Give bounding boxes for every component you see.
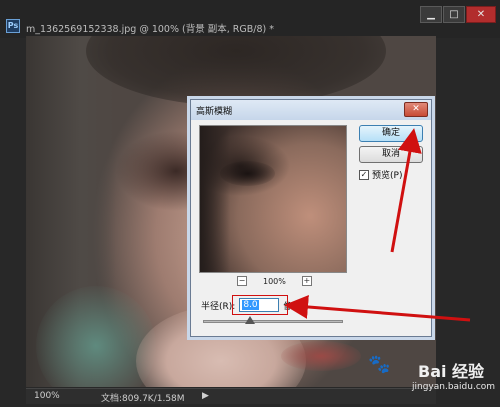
- dialog-title: 高斯模糊: [196, 107, 233, 117]
- ok-button[interactable]: 确定: [359, 125, 423, 142]
- zoom-out-button[interactable]: −: [237, 276, 247, 286]
- watermark-text: Bai 经验: [418, 362, 485, 381]
- minimize-icon[interactable]: ▁: [420, 6, 442, 23]
- dialog-close-icon[interactable]: ✕: [404, 102, 428, 117]
- radius-label: 半径(R):: [201, 301, 236, 312]
- preview-zoom-level: 100%: [263, 276, 286, 286]
- preview-checkbox-label: 预览(P): [372, 171, 403, 181]
- preview-region: [220, 161, 275, 186]
- preview-zoom-controls: − 100% +: [237, 276, 312, 286]
- document-size: 文档:809.7K/1.58M: [101, 394, 185, 404]
- watermark-site: jingyan.baidu.com: [412, 382, 496, 392]
- gaussian-blur-dialog: 高斯模糊 ✕ − 100% + 确定 取消 ✓ 预览(P) 半径(R): 8.0…: [190, 99, 432, 337]
- cancel-button[interactable]: 取消: [359, 146, 423, 163]
- photoshop-icon: Ps: [6, 19, 20, 33]
- preview-checkbox[interactable]: ✓ 预览(P): [359, 168, 402, 181]
- status-menu-arrow-icon[interactable]: ▶: [202, 391, 209, 401]
- zoom-in-button[interactable]: +: [301, 276, 312, 286]
- document-title: m_1362569152338.jpg @ 100% (背景 副本, RGB/8…: [26, 24, 274, 35]
- window-controls: ▁ □ ✕: [420, 6, 496, 23]
- photo-region: [281, 341, 361, 371]
- slider-thumb[interactable]: [245, 316, 256, 324]
- zoom-level[interactable]: 100%: [34, 391, 60, 401]
- status-bar: 100% 文档:809.7K/1.58M ▶: [26, 388, 436, 404]
- photo-region: [86, 36, 386, 106]
- photoshop-window: Ps m_1362569152338.jpg @ 100% (背景 副本, RG…: [0, 0, 500, 407]
- document-titlebar[interactable]: Ps m_1362569152338.jpg @ 100% (背景 副本, RG…: [0, 0, 500, 38]
- blur-preview[interactable]: [199, 125, 347, 273]
- maximize-icon[interactable]: □: [443, 6, 465, 23]
- close-icon[interactable]: ✕: [466, 6, 496, 23]
- checkbox-icon[interactable]: ✓: [359, 169, 369, 180]
- baidu-paw-icon: 🐾: [368, 354, 391, 375]
- radius-slider[interactable]: [203, 316, 343, 324]
- preview-region: [200, 126, 230, 272]
- dialog-titlebar[interactable]: 高斯模糊 ✕: [191, 100, 431, 120]
- annotation-box: [232, 295, 288, 315]
